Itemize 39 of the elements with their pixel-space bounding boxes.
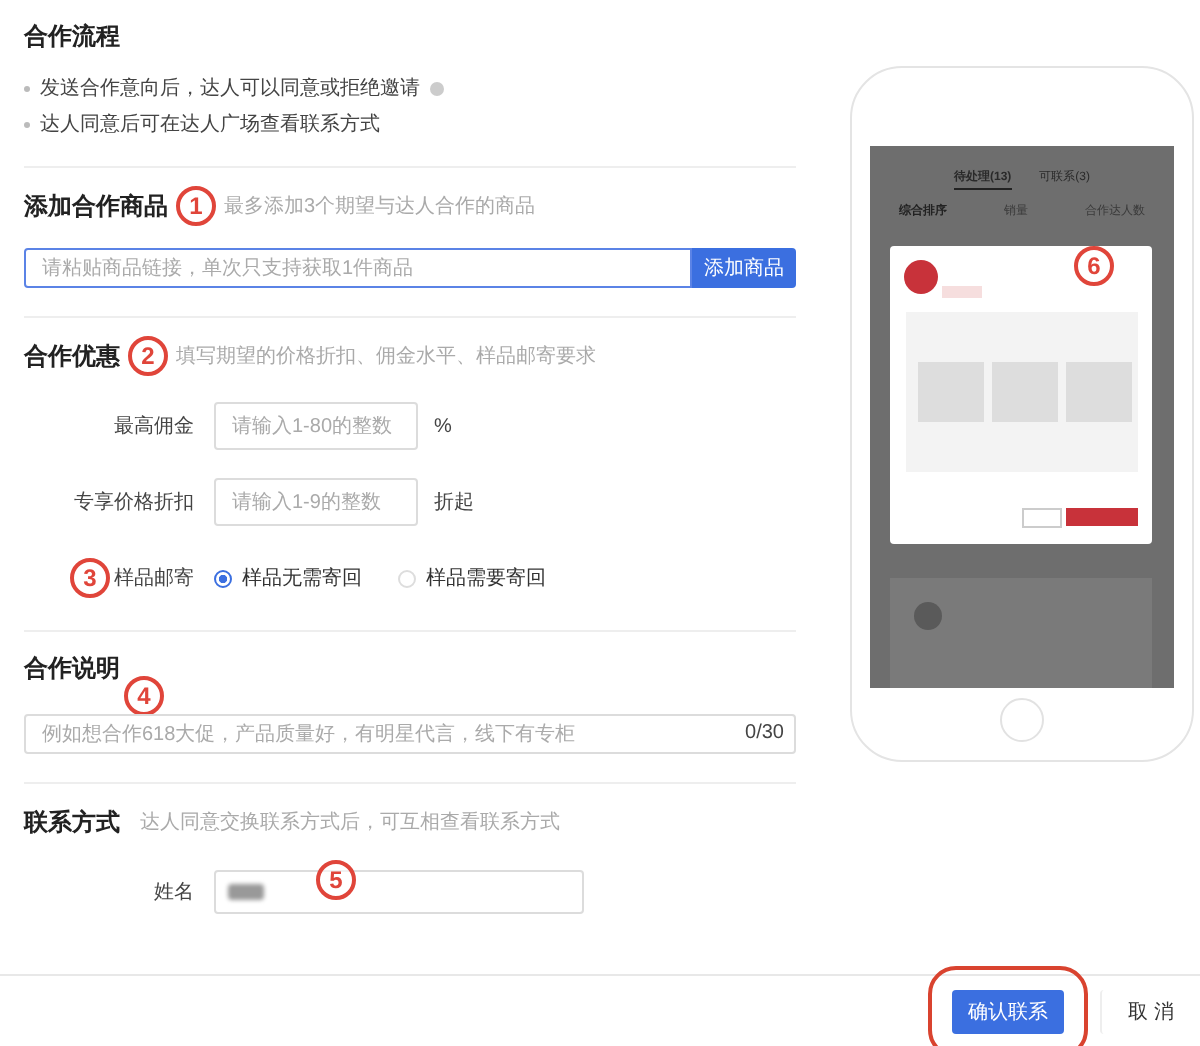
radio-button[interactable] bbox=[214, 569, 232, 587]
add-product-button[interactable]: 添加商品 bbox=[692, 248, 796, 288]
section-title: 合作流程 bbox=[24, 20, 122, 54]
section-title: 添加合作商品 bbox=[24, 189, 168, 223]
bullet-icon bbox=[24, 121, 30, 127]
section-hint: 达人同意交换联系方式后，可互相查看联系方式 bbox=[140, 809, 560, 836]
field-label: 姓名 bbox=[152, 880, 196, 906]
info-icon[interactable] bbox=[430, 81, 444, 95]
section-hint: 填写期望的价格折扣、佣金水平、样品邮寄要求 bbox=[176, 343, 596, 370]
bullet-icon bbox=[24, 85, 30, 91]
number-marker: 3 bbox=[70, 558, 110, 598]
section-title: 合作优惠 bbox=[24, 339, 120, 373]
radio-label[interactable]: 样品需要寄回 bbox=[426, 564, 546, 592]
name-field[interactable] bbox=[214, 870, 584, 914]
step-text: 达人同意后可在达人广场查看联系方式 bbox=[40, 111, 380, 138]
number-marker: 5 bbox=[316, 860, 356, 900]
number-input[interactable]: 请输入1-9的整数 bbox=[214, 478, 418, 526]
unit-label: 折起 bbox=[434, 489, 474, 516]
section-hint: 最多添加3个期望与达人合作的商品 bbox=[224, 193, 536, 220]
shop-avatar bbox=[904, 260, 938, 294]
avatar bbox=[914, 602, 942, 630]
number-marker: 2 bbox=[128, 336, 168, 376]
reject-button[interactable] bbox=[1022, 508, 1062, 528]
section-title: 合作说明 bbox=[24, 652, 122, 686]
section-title: 联系方式 bbox=[24, 805, 120, 839]
link-input[interactable]: 请粘贴商品链接，单次只支持获取1件商品 bbox=[24, 248, 692, 288]
contact-button[interactable] bbox=[1066, 508, 1138, 526]
char-counter: 0/30 bbox=[745, 722, 784, 744]
number-input[interactable]: 请输入1-80的整数 bbox=[214, 402, 418, 450]
confirm-button[interactable]: 确认联系 bbox=[952, 989, 1064, 1033]
field-label: 样品邮寄 bbox=[114, 565, 194, 592]
field-label: 最高佣金 bbox=[112, 413, 196, 440]
tag-chip bbox=[942, 286, 982, 298]
field-label: 专享价格折扣 bbox=[72, 489, 196, 516]
radio-label[interactable]: 样品无需寄回 bbox=[242, 564, 362, 592]
step-text: 发送合作意向后，达人可以同意或拒绝邀请 bbox=[40, 75, 420, 102]
unit-label: % bbox=[434, 415, 452, 437]
number-marker: 1 bbox=[176, 186, 216, 226]
number-marker: 6 bbox=[1074, 246, 1114, 286]
